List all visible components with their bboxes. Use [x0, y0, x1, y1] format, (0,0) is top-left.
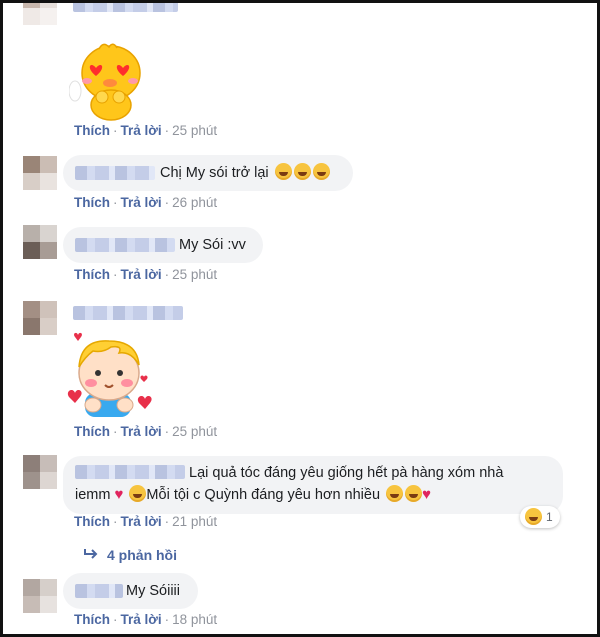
commenter-name[interactable] — [75, 238, 175, 252]
timestamp[interactable]: 25 phút — [172, 267, 217, 282]
comment-text: Chị My sói trở lại — [160, 163, 330, 184]
laughing-face-icon — [525, 508, 542, 525]
reply-button[interactable]: Trả lời — [121, 514, 162, 529]
comment-thread: Thích · Trả lời · 25 phút Chị My sói trở lại… — [0, 0, 600, 637]
comment-actions: Thích · Trả lời · 18 phút — [74, 612, 218, 627]
comment-actions: Thích · Trả lời · 21 phút — [74, 514, 218, 529]
commenter-name[interactable] — [75, 166, 155, 180]
comment-text-line2: iemm ♥ Mỗi tội c Quỳnh đáng yêu hơn nhiề… — [75, 485, 431, 503]
timestamp[interactable]: 18 phút — [172, 612, 217, 627]
grimacing-face-icon — [405, 485, 423, 502]
reply-button[interactable]: Trả lời — [121, 424, 162, 439]
avatar[interactable] — [23, 579, 57, 613]
rofl-face-icon — [129, 485, 147, 502]
comment-bubble: Chị My sói trở lại — [63, 155, 353, 191]
commenter-name[interactable] — [75, 584, 123, 598]
comment-bubble: My Sóiiii — [63, 573, 198, 609]
avatar[interactable] — [23, 455, 57, 489]
comment-actions: Thích · Trả lời · 26 phút — [74, 195, 218, 210]
like-button[interactable]: Thích — [74, 424, 110, 439]
timestamp[interactable]: 25 phút — [172, 424, 217, 439]
reaction-summary[interactable]: 1 — [520, 506, 560, 528]
grinning-face-icon — [274, 163, 292, 180]
timestamp[interactable]: 21 phút — [172, 514, 217, 529]
reply-button[interactable]: Trả lời — [121, 267, 162, 282]
comment-text: My Sói :vv — [179, 237, 246, 253]
avatar[interactable] — [23, 225, 57, 259]
like-button[interactable]: Thích — [74, 267, 110, 282]
like-button[interactable]: Thích — [74, 195, 110, 210]
commenter-name[interactable] — [73, 306, 183, 320]
reply-button[interactable]: Trả lời — [121, 123, 162, 138]
comment-bubble: Lại quả tóc đáng yêu giống hết pà hàng x… — [63, 456, 563, 514]
blushing-boy-sticker — [63, 329, 155, 421]
heart-icon: ♥ — [422, 486, 431, 503]
reply-button[interactable]: Trả lời — [121, 612, 162, 627]
like-button[interactable]: Thích — [74, 612, 110, 627]
comment-text: My Sóiiii — [126, 583, 180, 599]
comment-text-line1: Lại quả tóc đáng yêu giống hết pà hàng x… — [189, 465, 504, 481]
reply-arrow-icon — [83, 547, 99, 563]
commenter-name[interactable] — [73, 3, 178, 12]
grinning-face-icon — [293, 163, 311, 180]
like-button[interactable]: Thích — [74, 123, 110, 138]
grinning-face-icon — [312, 163, 330, 180]
like-button[interactable]: Thích — [74, 514, 110, 529]
timestamp[interactable]: 25 phút — [172, 123, 217, 138]
comment-actions: Thích · Trả lời · 25 phút — [74, 267, 218, 282]
avatar[interactable] — [23, 156, 57, 190]
timestamp[interactable]: 26 phút — [172, 195, 217, 210]
reply-button[interactable]: Trả lời — [121, 195, 162, 210]
comment-bubble: My Sói :vv — [63, 227, 263, 263]
avatar[interactable] — [23, 3, 57, 25]
astonished-face-icon — [386, 485, 404, 502]
commenter-name[interactable] — [75, 465, 185, 479]
comment-actions: Thích · Trả lời · 25 phút — [74, 424, 218, 439]
heart-eyes-chick-sticker — [68, 39, 153, 123]
avatar[interactable] — [23, 301, 57, 335]
comment-actions: Thích · Trả lời · 25 phút — [74, 123, 218, 138]
view-replies-link[interactable]: 4 phản hồi — [83, 547, 177, 563]
heart-icon: ♥ — [114, 486, 124, 503]
